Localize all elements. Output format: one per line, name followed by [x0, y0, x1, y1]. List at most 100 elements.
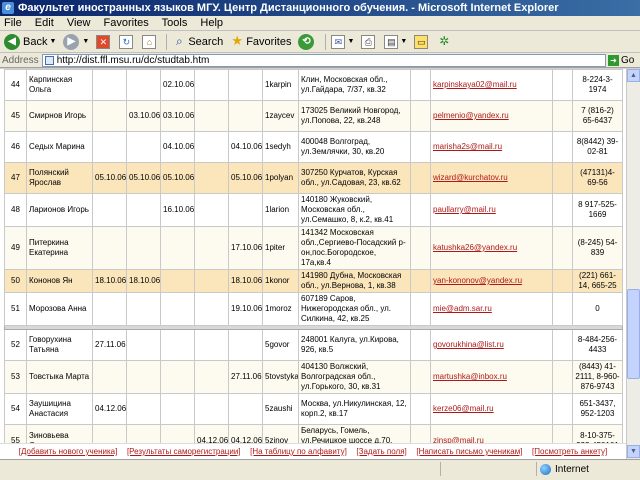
vertical-scrollbar[interactable]: ▲ ▼ [626, 69, 640, 459]
phone-cell-text: (8443) 41-2111, 8-960-876-9743 [575, 362, 620, 391]
link-add-student[interactable]: [Добавить нового ученика] [19, 444, 118, 459]
address-input[interactable]: http://dist.ffl.msu.ru/dc/studtab.htm [41, 53, 606, 67]
row-number: 52 [4, 329, 27, 361]
link-self-registration[interactable]: [Результаты саморегистрации] [127, 444, 241, 459]
email-link[interactable]: karpinskaya02@mail.ru [430, 69, 553, 101]
login-cell: 5govor [262, 329, 299, 361]
date-cell-text: 17.10.06 [231, 243, 263, 252]
scroll-thumb[interactable] [627, 289, 640, 379]
link-set-fields[interactable]: [Задать поля] [356, 444, 406, 459]
email-link-text[interactable]: katushka26@yandex.ru [433, 243, 517, 252]
table-row: 45 Смирнов Игорь 03.10.06 03.10.06 1zaycev 17… [4, 100, 623, 132]
student-name: Ларионов Игорь [26, 193, 93, 227]
address-cell-text: 307250 Курчатов, Курская обл., ул.Садова… [301, 168, 401, 187]
date-cell [194, 100, 229, 132]
menu-file[interactable]: File [4, 17, 22, 29]
address-cell: 248001 Калуга, ул.Кирова, 926, кв.5 [298, 329, 411, 361]
login-cell: 5zaushi [262, 393, 299, 425]
login-cell: 1konor [262, 269, 299, 293]
back-button[interactable]: ◀ Back ▼ [2, 32, 58, 52]
refresh-button[interactable]: ↻ [117, 32, 137, 52]
toolbar-divider [166, 33, 168, 50]
date-cell [160, 393, 195, 425]
row-number-text: 48 [11, 205, 20, 214]
row-number-text: 54 [11, 404, 20, 413]
email-link-text[interactable]: paullarry@mail.ru [433, 205, 496, 214]
date-cell [228, 193, 263, 227]
menu-favorites[interactable]: Favorites [104, 17, 149, 29]
address-cell-text: 607189 Саров, Нижегородская обл., ул. Си… [301, 294, 392, 323]
scroll-down-arrow-icon[interactable]: ▼ [627, 445, 640, 458]
table-row: 47 Полянский Ярослав 05.10.06 05.10.06 05.10… [4, 162, 623, 194]
email-link[interactable]: paullarry@mail.ru [430, 193, 553, 227]
link-alphabetical[interactable]: [На таблицу по алфавиту] [250, 444, 347, 459]
phone-cell: 8-224-3-1974 [572, 69, 623, 101]
edit-button[interactable]: ▤ ▼ [382, 32, 409, 52]
email-link-text[interactable]: marisha2s@mail.ru [433, 142, 502, 151]
login-cell: 5tovstyka [262, 360, 299, 394]
stop-button[interactable]: ✕ [94, 32, 114, 52]
email-link-text[interactable]: pelmenio@yandex.ru [433, 111, 509, 120]
home-button[interactable]: ⌂ [140, 32, 160, 52]
email-link-text[interactable]: kerze06@mail.ru [433, 404, 494, 413]
email-link[interactable]: mie@adm.sar.ru [430, 292, 553, 326]
student-name: Седых Марина [26, 131, 93, 163]
forward-button[interactable]: ▶ ▼ [61, 32, 91, 52]
email-link[interactable]: govorukhina@list.ru [430, 329, 553, 361]
email-link[interactable]: pelmenio@yandex.ru [430, 100, 553, 132]
row-number-text: 53 [11, 372, 20, 381]
phone-cell-text: 0 [595, 304, 600, 313]
email-link-text[interactable]: mie@adm.sar.ru [433, 304, 492, 313]
address-cell-text: 404130 Волжский, Волгоградская обл., ул.… [301, 362, 381, 391]
phone-cell: 0 [572, 292, 623, 326]
print-button[interactable]: ⎙ [359, 32, 379, 52]
history-button[interactable]: ⟲ [296, 32, 319, 52]
address-cell: 400048 Волгоград, ул.Землячки, 30, кв.20 [298, 131, 411, 163]
link-write-letter[interactable]: [Написать письмо ученикам] [416, 444, 522, 459]
login-cell-text: 1karpin [265, 80, 292, 89]
go-button[interactable]: ➜ Go [606, 54, 640, 67]
phone-cell-text: 7 (816-2) 65-6437 [581, 106, 614, 125]
scroll-up-arrow-icon[interactable]: ▲ [627, 69, 640, 82]
date-cell [194, 269, 229, 293]
discuss-button[interactable]: ▭ [412, 32, 432, 52]
login-cell-text: 5govor [265, 340, 290, 349]
table-row: 54 Заушицина Анастасия 04.12.06 5zaushi Моск… [4, 393, 623, 425]
email-link-text[interactable]: karpinskaya02@mail.ru [433, 80, 517, 89]
favorites-button[interactable]: ★ Favorites [228, 32, 293, 52]
email-link[interactable]: kerze06@mail.ru [430, 393, 553, 425]
empty-cell [410, 393, 431, 425]
date-cell: 17.10.06 [228, 226, 263, 270]
menu-edit[interactable]: Edit [35, 17, 54, 29]
email-link-text[interactable]: govorukhina@list.ru [433, 340, 504, 349]
address-cell-text: 140180 Жуковский, Московская обл., ул.Се… [301, 195, 394, 224]
empty-cell [410, 69, 431, 101]
mail-button[interactable]: ✉ ▼ [329, 32, 356, 52]
email-link[interactable]: katushka26@yandex.ru [430, 226, 553, 270]
email-link-text[interactable]: yan-kononov@yandex.ru [433, 276, 522, 285]
phone-cell-text: 8(8442) 39-02-81 [576, 137, 619, 156]
date-cell-text: 04.10.06 [163, 142, 195, 151]
search-button[interactable]: ⌕ Search [170, 32, 225, 52]
date-cell: 27.11.06 [228, 360, 263, 394]
email-link[interactable]: wizard@kurchatov.ru [430, 162, 553, 194]
menu-help[interactable]: Help [200, 17, 223, 29]
email-link[interactable]: yan-kononov@yandex.ru [430, 269, 553, 293]
date-cell: 05.10.06 [228, 162, 263, 194]
date-cell-text: 16.10.06 [163, 205, 195, 214]
student-name: Питеркина Екатерина [26, 226, 93, 270]
email-link[interactable]: martushka@inbox.ru [430, 360, 553, 394]
menu-view[interactable]: View [67, 17, 91, 29]
date-cell [92, 131, 127, 163]
link-view-form[interactable]: [Посмотреть анкету] [532, 444, 607, 459]
phone-cell: 7 (816-2) 65-6437 [572, 100, 623, 132]
date-cell: 16.10.06 [160, 193, 195, 227]
email-link-text[interactable]: martushka@inbox.ru [433, 372, 507, 381]
menu-tools[interactable]: Tools [162, 17, 188, 29]
toolbar-divider [325, 33, 327, 50]
email-link-text[interactable]: wizard@kurchatov.ru [433, 173, 508, 182]
students-table: 44 Карпинская Ольга 02.10.06 1karpin Клин, М… [4, 69, 623, 459]
date-cell [194, 162, 229, 194]
messenger-button[interactable]: ✲ [435, 32, 455, 52]
email-link[interactable]: marisha2s@mail.ru [430, 131, 553, 163]
